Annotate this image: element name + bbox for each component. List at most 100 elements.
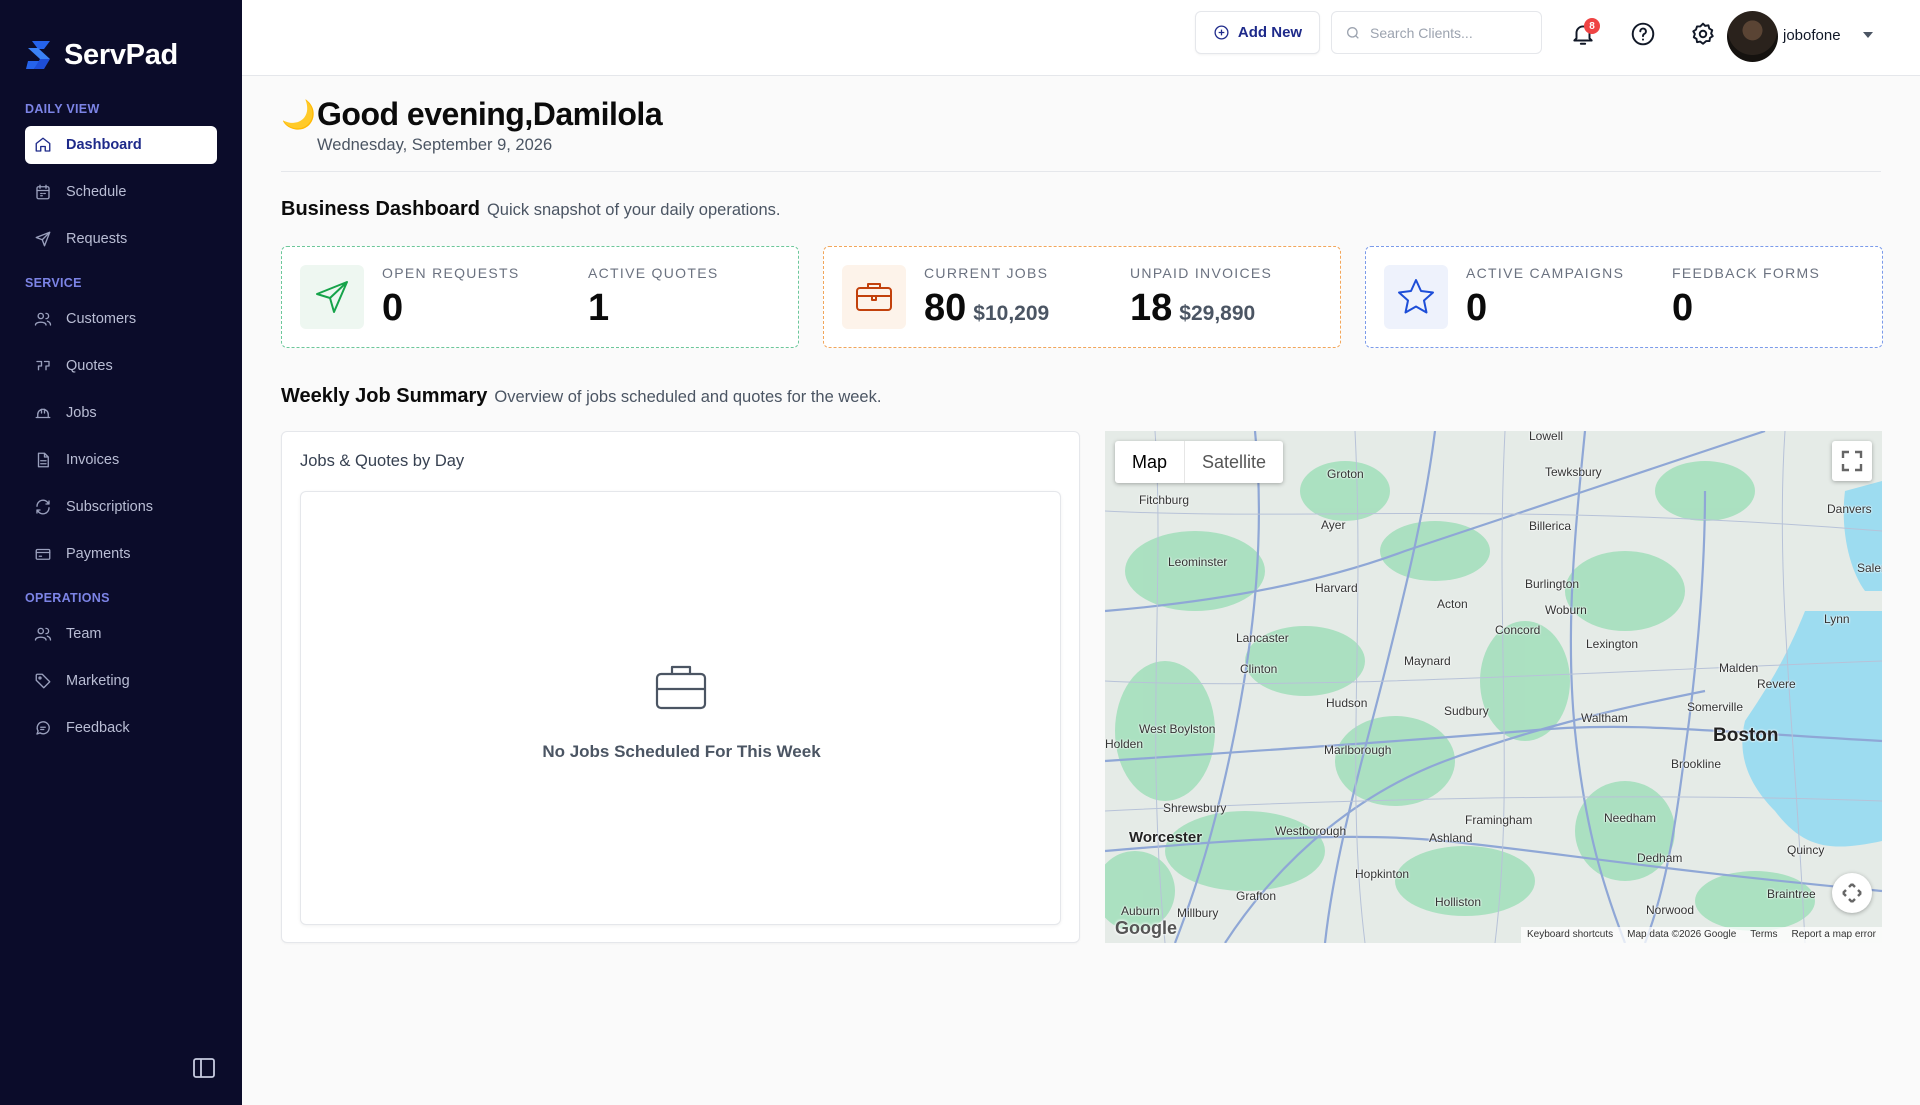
stat-card-campaigns-feedback[interactable]: ACTIVE CAMPAIGNS 0 FEEDBACK FORMS 0 [1365,246,1883,348]
sidebar-item-dashboard[interactable]: Dashboard [25,126,217,164]
map-type-satellite-button[interactable]: Satellite [1185,441,1283,483]
tag-icon [35,673,51,689]
sidebar-toggle-icon[interactable] [193,1058,215,1078]
search-input[interactable] [1370,24,1530,41]
stat-active-quotes: ACTIVE QUOTES 1 [588,265,718,330]
card-icon-wrap [1384,265,1448,329]
card-icon-wrap [842,265,906,329]
username[interactable]: jobofone [1783,27,1841,44]
briefcase-icon [654,662,708,712]
map-place-label: Braintree [1767,887,1816,901]
search-box[interactable] [1331,11,1542,54]
section-title: Business Dashboard [281,198,480,220]
notification-badge: 8 [1584,18,1600,34]
stat-card-requests-quotes[interactable]: OPEN REQUESTS 0 ACTIVE QUOTES 1 [281,246,799,348]
sidebar-item-label: Subscriptions [66,499,154,515]
briefcase-icon [856,283,892,311]
sidebar-section-daily-view: DAILY VIEW [25,102,100,116]
keyboard-shortcuts-link[interactable]: Keyboard shortcuts [1527,927,1613,943]
map-place-label: Concord [1495,623,1541,637]
panel-title: Jobs & Quotes by Day [300,452,465,470]
sidebar-section-service: SERVICE [25,276,82,290]
empty-state: No Jobs Scheduled For This Week [300,491,1061,925]
sidebar-item-invoices[interactable]: Invoices [25,441,217,479]
help-circle-icon [1631,22,1655,46]
map-type-control: Map Satellite [1115,441,1284,483]
map-place-label: Norwood [1646,903,1695,917]
help-button[interactable] [1630,21,1656,47]
map-place-label: Saler [1857,561,1882,575]
stat-value: 0 [382,287,404,329]
quote-icon [36,360,50,371]
map-place-label: Marlborough [1324,743,1392,757]
sidebar-item-schedule[interactable]: Schedule [25,173,217,211]
sidebar-item-label: Team [66,626,102,642]
send-icon [35,231,51,247]
sidebar-item-requests[interactable]: Requests [25,220,217,258]
map-place-label: Hudson [1326,696,1368,710]
stat-feedback-forms: FEEDBACK FORMS 0 [1672,265,1820,330]
stat-current-jobs: CURRENT JOBS 80 $10,209 [924,265,1049,330]
map-place-label: Framingham [1465,813,1533,827]
map-place-label: Tewksbury [1545,465,1602,479]
sidebar-item-jobs[interactable]: Jobs [25,394,217,432]
fullscreen-button[interactable] [1832,441,1872,481]
stat-label: ACTIVE QUOTES [588,265,719,281]
map-place-label: Burlington [1525,577,1580,591]
map-type-map-button[interactable]: Map [1115,441,1186,483]
stat-value: 0 [1672,287,1694,329]
report-map-error-link[interactable]: Report a map error [1792,927,1876,943]
add-new-button[interactable]: Add New [1195,11,1320,54]
refresh-icon [36,499,50,515]
send-icon [316,281,348,313]
map-place-label: Brookline [1671,757,1722,771]
sidebar-item-feedback[interactable]: Feedback [25,709,217,747]
move-icon [1842,883,1862,903]
stat-open-requests: OPEN REQUESTS 0 [382,265,519,330]
map-place-label: Dedham [1637,851,1683,865]
stat-card-jobs-invoices[interactable]: CURRENT JOBS 80 $10,209 UNPAID INVOICES … [823,246,1341,348]
stat-label: CURRENT JOBS [924,265,1049,281]
sidebar-item-team[interactable]: Team [25,615,217,653]
gear-icon [1692,22,1714,45]
sidebar-item-marketing[interactable]: Marketing [25,662,217,700]
weekly-summary-header: Weekly Job Summary Overview of jobs sche… [281,385,881,408]
section-subtitle: Quick snapshot of your daily operations. [486,201,781,219]
avatar[interactable] [1727,11,1778,62]
pan-control-button[interactable] [1832,873,1872,913]
map-place-label: Malden [1719,661,1759,675]
plus-circle-icon [1214,25,1229,40]
map-place-label: Groton [1327,467,1364,481]
sidebar-item-customers[interactable]: Customers [25,300,217,338]
brand[interactable]: ServPad [0,0,242,84]
stat-unpaid-invoices: UNPAID INVOICES 18 $29,890 [1130,265,1272,330]
sidebar-item-label: Marketing [66,673,130,689]
business-dashboard-header: Business Dashboard Quick snapshot of you… [281,198,780,221]
notifications-button[interactable]: 8 [1570,18,1600,47]
map-place-label: Worcester [1129,829,1203,846]
map-place-label: Ayer [1321,518,1346,532]
map-place-label: Millbury [1177,906,1219,920]
map-widget[interactable]: Map Satellite Lowell Groton Tewksbury Fi… [1105,431,1882,943]
moon-icon: 🌙 [281,99,316,130]
card-icon-wrap [300,265,364,329]
stat-active-campaigns: ACTIVE CAMPAIGNS 0 [1466,265,1624,330]
sidebar-item-label: Quotes [66,358,113,374]
divider [281,171,1881,172]
map-place-label: Lancaster [1236,631,1289,645]
map-place-label: Auburn [1121,904,1160,918]
section-subtitle: Overview of jobs scheduled and quotes fo… [494,388,882,406]
settings-button[interactable] [1690,21,1716,47]
chevron-down-icon[interactable] [1863,32,1873,38]
map-place-label: West Boylston [1139,722,1216,736]
sidebar-item-subscriptions[interactable]: Subscriptions [25,488,217,526]
map-place-label: Waltham [1581,711,1628,725]
map-place-label: Somerville [1687,700,1744,714]
sidebar-item-payments[interactable]: Payments [25,535,217,573]
terms-link[interactable]: Terms [1750,927,1777,943]
map-place-label: Shrewsbury [1163,801,1227,815]
sidebar-item-quotes[interactable]: Quotes [25,347,217,385]
stat-value: 80 [924,287,967,329]
google-logo: Google [1115,918,1177,938]
calendar-icon [36,184,50,200]
